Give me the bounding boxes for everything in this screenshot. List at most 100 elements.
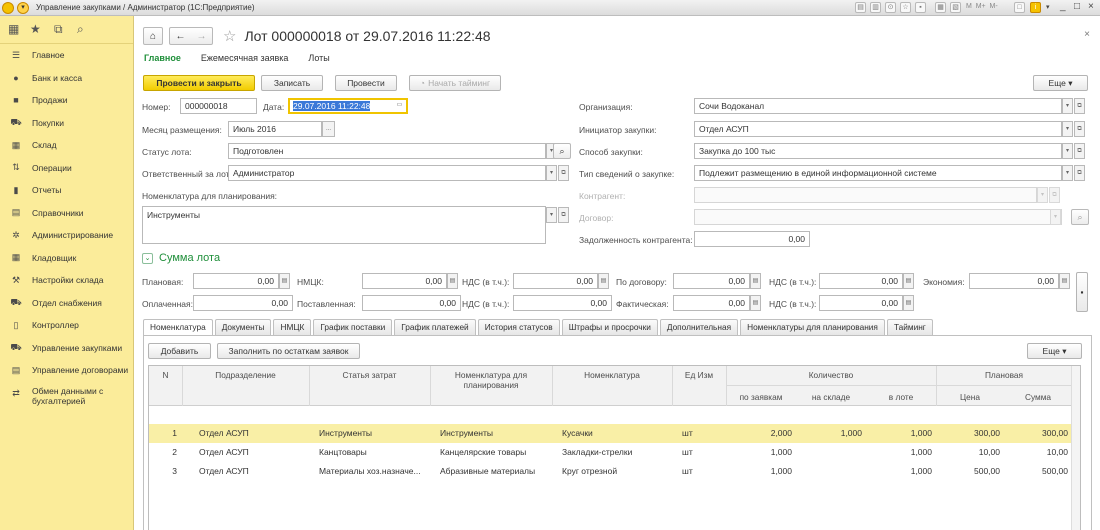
history-clock-icon[interactable]: ⧉ xyxy=(54,22,63,37)
favorite-star-icon[interactable]: ☆ xyxy=(223,27,236,45)
vat4-field[interactable]: 0,00 xyxy=(819,295,903,311)
table-row[interactable]: 1 Отдел АСУП Инструменты Инструменты Кус… xyxy=(149,424,1080,443)
memory-m-icon[interactable]: M M+ M- xyxy=(966,3,998,10)
more-button[interactable]: Еще ▾ xyxy=(1033,75,1088,91)
table-scrollbar[interactable] xyxy=(1071,366,1080,530)
initiator-field[interactable]: Отдел АСУП xyxy=(694,121,1062,137)
col-department[interactable]: Подразделение xyxy=(182,370,309,380)
organization-field[interactable]: Сочи Водоканал xyxy=(694,98,1062,114)
bookmark-icon[interactable]: ▪ xyxy=(915,2,926,13)
nomenclature-open-icon[interactable]: ⧉ xyxy=(558,207,569,223)
favorites-icon[interactable]: ☆ xyxy=(900,2,911,13)
economy-calc-icon[interactable]: ▤ xyxy=(1059,273,1070,289)
organization-dropdown-icon[interactable]: ▾ xyxy=(1062,98,1073,114)
tab-payment-schedule[interactable]: График платежей xyxy=(394,319,476,335)
sidebar-item-reports[interactable]: ▮ Отчеты xyxy=(0,179,133,202)
add-button[interactable]: Добавить xyxy=(148,343,211,359)
nomenclature-dropdown-icon[interactable]: ▾ xyxy=(546,207,557,223)
calculator-icon[interactable]: ▧ xyxy=(950,2,961,13)
close-form-icon[interactable]: × xyxy=(1084,29,1090,40)
responsible-field[interactable]: Администратор xyxy=(228,165,546,181)
link-icon[interactable]: ⊙ xyxy=(885,2,896,13)
tab-penalties[interactable]: Штрафы и просрочки xyxy=(561,319,658,335)
method-field[interactable]: Закупка до 100 тыс xyxy=(694,143,1062,159)
sidebar-item-purchases[interactable]: ⛟ Покупки xyxy=(0,112,133,135)
maximize-icon[interactable]: □ xyxy=(1074,1,1080,12)
post-and-close-button[interactable]: Провести и закрыть xyxy=(143,75,255,91)
minimize-icon[interactable]: _ xyxy=(1060,1,1066,12)
nmck-calc-icon[interactable]: ▤ xyxy=(447,273,458,289)
by-contract-field[interactable]: 0,00 xyxy=(673,273,750,289)
calendar-icon[interactable]: ▦ xyxy=(935,2,946,13)
by-contract-calc-icon[interactable]: ▤ xyxy=(750,273,761,289)
vat3-field[interactable]: 0,00 xyxy=(513,295,612,311)
calendar-icon[interactable]: ▭ xyxy=(393,100,406,112)
sidebar-item-controller[interactable]: ▯ Контроллер xyxy=(0,314,133,337)
fill-button[interactable]: Заполнить по остаткам заявок xyxy=(217,343,360,359)
method-dropdown-icon[interactable]: ▾ xyxy=(1062,143,1073,159)
sidebar-item-main[interactable]: ☰ Главное xyxy=(0,44,133,67)
col-n[interactable]: N xyxy=(149,370,182,380)
vat1-field[interactable]: 0,00 xyxy=(513,273,598,289)
table-row[interactable]: 3 Отдел АСУП Материалы хоз.назначе... Аб… xyxy=(149,462,1080,481)
tab-delivery-schedule[interactable]: График поставки xyxy=(313,319,393,335)
screen-icon[interactable]: □ xyxy=(1014,2,1025,13)
forward-icon[interactable]: → xyxy=(197,31,207,42)
col-cost-item[interactable]: Статья затрат xyxy=(309,370,430,380)
info-type-open-icon[interactable]: ⧉ xyxy=(1074,165,1085,181)
initiator-dropdown-icon[interactable]: ▾ xyxy=(1062,121,1073,137)
tab-lots[interactable]: Лоты xyxy=(308,53,329,63)
nomenclature-planning-field[interactable]: Инструменты xyxy=(142,206,546,244)
responsible-open-icon[interactable]: ⧉ xyxy=(558,165,569,181)
tab-nmck[interactable]: НМЦК xyxy=(273,319,312,335)
app-menu-icon[interactable]: ▾ xyxy=(17,2,29,14)
sidebar-item-supply[interactable]: ⛟ Отдел снабжения xyxy=(0,292,133,315)
sidebar-item-contracts[interactable]: ▤ Управление договорами xyxy=(0,359,133,382)
col-price[interactable]: Цена xyxy=(936,392,1004,402)
col-by-requests[interactable]: по заявкам xyxy=(726,392,796,402)
back-icon[interactable]: ← xyxy=(176,31,186,42)
date-field[interactable]: 29.07.2016 11:22:48 xyxy=(288,98,408,114)
sidebar-item-operations[interactable]: ⇅ Операции xyxy=(0,157,133,180)
col-in-lot[interactable]: в лоте xyxy=(866,392,936,402)
number-field[interactable]: 000000018 xyxy=(180,98,257,114)
economy-field[interactable]: 0,00 xyxy=(969,273,1059,289)
table-row[interactable]: 2 Отдел АСУП Канцтовары Канцелярские тов… xyxy=(149,443,1080,462)
sidebar-item-bank[interactable]: ● Банк и касса xyxy=(0,67,133,90)
planned-calc-icon[interactable]: ▤ xyxy=(279,273,290,289)
initiator-open-icon[interactable]: ⧉ xyxy=(1074,121,1085,137)
sum-more-button[interactable]: ▪ xyxy=(1076,272,1088,312)
apps-grid-icon[interactable]: ▦ xyxy=(8,22,19,36)
sum-section-header[interactable]: ⌄ Сумма лота xyxy=(142,252,220,264)
sidebar-item-catalogs[interactable]: ▤ Справочники xyxy=(0,202,133,225)
status-search-button[interactable]: ⌕ xyxy=(553,143,571,159)
vat1-calc-icon[interactable]: ▤ xyxy=(598,273,609,289)
delivered-field[interactable]: 0,00 xyxy=(362,295,461,311)
tab-additional[interactable]: Дополнительная xyxy=(659,319,739,335)
info-type-field[interactable]: Подлежит размещению в единой информацион… xyxy=(694,165,1062,181)
start-timing-button[interactable]: ◔ Начать тайминг xyxy=(409,75,501,91)
tab-planning-nomenclature[interactable]: Номенклатуры для планирования xyxy=(740,319,885,335)
contractor-field[interactable] xyxy=(694,187,1037,203)
table-more-button[interactable]: Еще ▾ xyxy=(1027,343,1082,359)
sidebar-item-warehouse-settings[interactable]: ⚒ Настройки склада xyxy=(0,269,133,292)
info-icon[interactable]: i xyxy=(1030,2,1041,13)
paid-field[interactable]: 0,00 xyxy=(193,295,293,311)
save-button[interactable]: Записать xyxy=(261,75,323,91)
vat2-calc-icon[interactable]: ▤ xyxy=(903,273,914,289)
col-nomenclature[interactable]: Номенклатура xyxy=(552,370,672,380)
status-field[interactable]: Подготовлен xyxy=(228,143,546,159)
planned-field[interactable]: 0,00 xyxy=(193,273,279,289)
contract-search-button[interactable]: ⌕ xyxy=(1071,209,1089,225)
organization-open-icon[interactable]: ⧉ xyxy=(1074,98,1085,114)
tab-nomenclature[interactable]: Номенклатура xyxy=(143,319,213,336)
sidebar-item-storekeeper[interactable]: ▦ Кладовщик xyxy=(0,247,133,270)
tab-monthly-request[interactable]: Ежемесячная заявка xyxy=(201,53,289,63)
method-open-icon[interactable]: ⧉ xyxy=(1074,143,1085,159)
vat4-calc-icon[interactable]: ▤ xyxy=(903,295,914,311)
nmck-field[interactable]: 0,00 xyxy=(362,273,447,289)
col-sum[interactable]: Сумма xyxy=(1004,392,1072,402)
tab-main[interactable]: Главное xyxy=(144,53,181,63)
contract-dropdown-icon[interactable]: ▾ xyxy=(1050,209,1061,225)
home-button[interactable]: ⌂ xyxy=(143,27,163,45)
